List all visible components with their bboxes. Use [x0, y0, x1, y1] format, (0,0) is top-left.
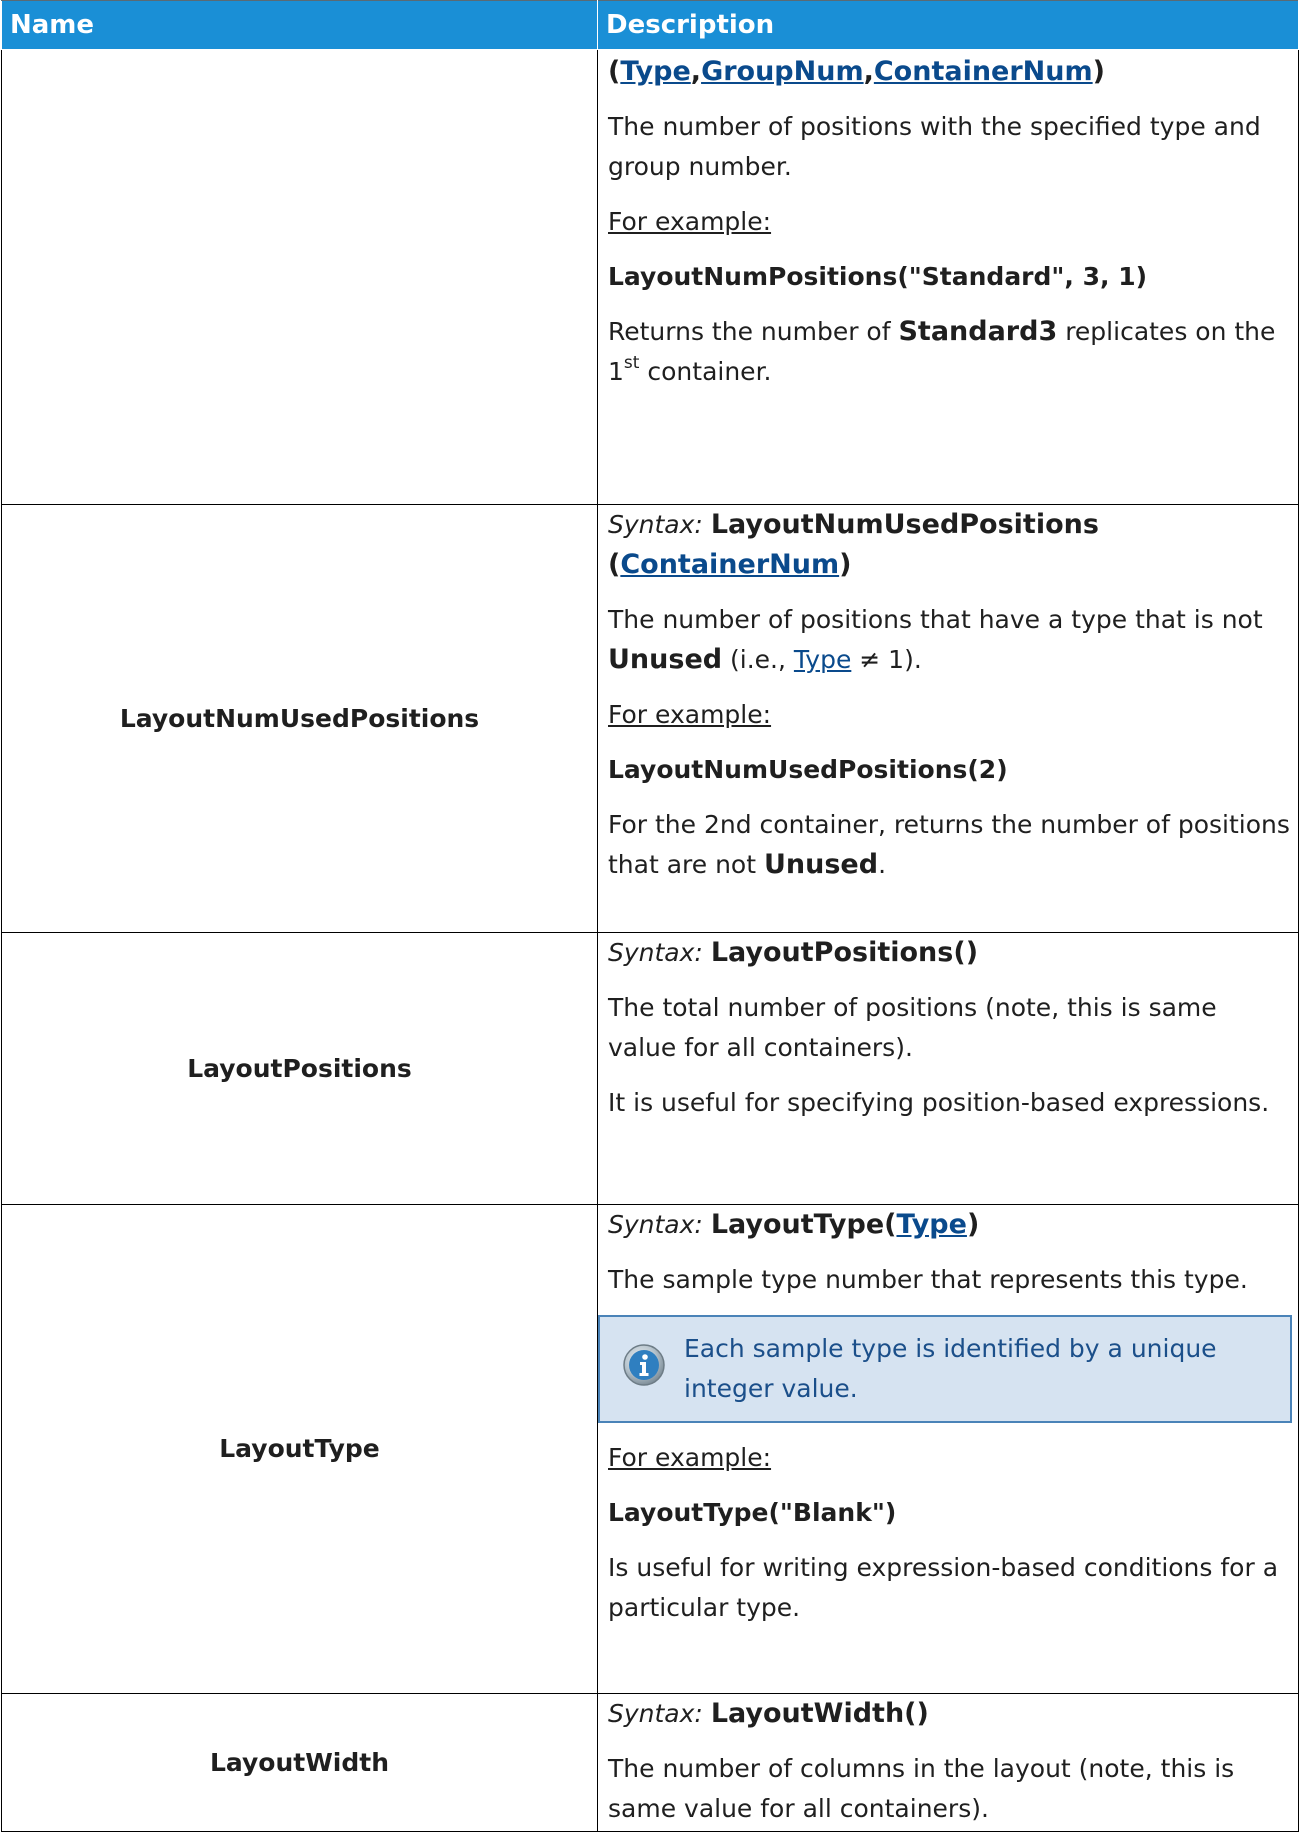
containernum-link[interactable]: ContainerNum [874, 56, 1093, 87]
syntax-line: Syntax: LayoutType(Type) [608, 1209, 980, 1240]
for-example-label: For example: [608, 207, 772, 236]
description-text: The number of columns in the layout (not… [608, 1754, 1235, 1823]
description-text: The number of positions that have a type… [608, 605, 1263, 675]
description-text: The number of positions with the specifi… [608, 112, 1261, 181]
for-example-label: For example: [608, 1443, 772, 1472]
note-text: Each sample type is identified by a uniq… [684, 1334, 1217, 1403]
header-description: Description [597, 0, 1299, 50]
type-link[interactable]: Type [794, 645, 851, 674]
type-link[interactable]: Type [620, 56, 690, 87]
table-row: (Type,GroupNum,ContainerNum) The number … [1, 49, 1299, 505]
syntax-line: Syntax: LayoutPositions() [608, 937, 979, 968]
functions-table: Name Description (Type,GroupNum,Containe… [1, 0, 1299, 1832]
description-text-2: It is useful for specifying position-bas… [608, 1088, 1270, 1117]
info-note: Each sample type is identified by a uniq… [598, 1315, 1292, 1423]
groupnum-link[interactable]: GroupNum [701, 56, 864, 87]
function-name-cell: LayoutNumUsedPositions [1, 504, 598, 933]
table-row: LayoutPositions Syntax: LayoutPositions(… [1, 932, 1299, 1205]
example-code: LayoutNumUsedPositions(2) [608, 755, 1008, 784]
example-code: LayoutType("Blank") [608, 1498, 897, 1527]
description-text: The sample type number that represents t… [608, 1265, 1248, 1294]
table-header-row: Name Description [1, 0, 1299, 50]
description-cell: Syntax: LayoutType(Type) The sample type… [597, 1204, 1299, 1694]
info-icon [623, 1344, 665, 1386]
example-result: For the 2nd container, returns the numbe… [608, 810, 1290, 880]
function-name-cell [1, 49, 598, 505]
description-cell: Syntax: LayoutPositions() The total numb… [597, 932, 1299, 1205]
syntax-args: (Type,GroupNum,ContainerNum) [608, 56, 1105, 87]
description-text: The total number of positions (note, thi… [608, 993, 1217, 1062]
description-cell: Syntax: LayoutWidth() The number of colu… [597, 1693, 1299, 1832]
header-name: Name [1, 0, 598, 50]
example-code: LayoutNumPositions("Standard", 3, 1) [608, 262, 1148, 291]
description-cell: (Type,GroupNum,ContainerNum) The number … [597, 49, 1299, 505]
syntax-line: Syntax: LayoutNumUsedPositions (Container… [608, 509, 1099, 580]
table-row: LayoutType Syntax: LayoutType(Type) The … [1, 1204, 1299, 1694]
syntax-line: Syntax: LayoutWidth() [608, 1698, 929, 1729]
function-name-cell: LayoutPositions [1, 932, 598, 1205]
description-cell: Syntax: LayoutNumUsedPositions (Container… [597, 504, 1299, 933]
containernum-link[interactable]: ContainerNum [620, 549, 839, 580]
table-row: LayoutNumUsedPositions Syntax: LayoutNum… [1, 504, 1299, 933]
example-result: Returns the number of Standard3 replicat… [608, 316, 1276, 386]
for-example-label: For example: [608, 700, 772, 729]
table-row: LayoutWidth Syntax: LayoutWidth() The nu… [1, 1693, 1299, 1832]
type-link[interactable]: Type [896, 1209, 966, 1240]
function-name-cell: LayoutWidth [1, 1693, 598, 1832]
example-result: Is useful for writing expression-based c… [608, 1553, 1279, 1622]
function-name-cell: LayoutType [1, 1204, 598, 1694]
